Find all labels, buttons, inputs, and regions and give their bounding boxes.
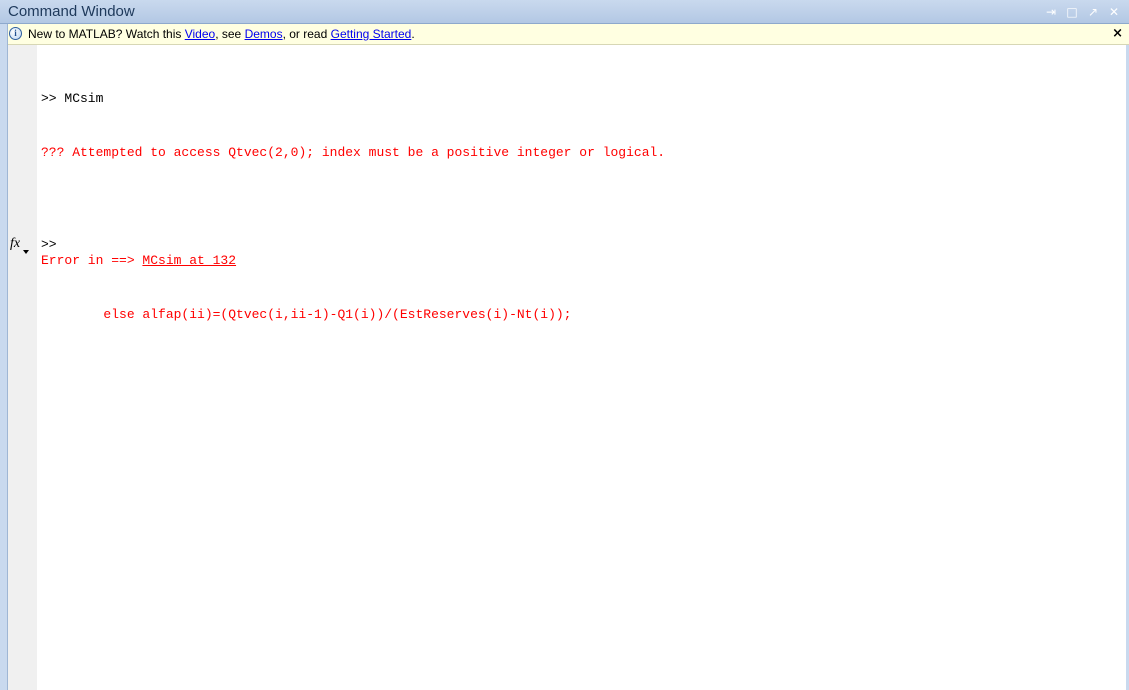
window-title: Command Window xyxy=(8,3,135,20)
error-message: ??? Attempted to access Qtvec(2,0); inde… xyxy=(41,145,666,160)
left-frame-edge xyxy=(0,24,8,690)
console-gutter xyxy=(8,45,37,690)
error-location: Error in ==> MCsim at 132 xyxy=(41,252,665,270)
info-suffix: . xyxy=(411,27,415,41)
info-prefix: New to MATLAB? Watch this xyxy=(28,27,185,41)
close-icon[interactable]: ✕ xyxy=(1105,3,1123,21)
demos-link[interactable]: Demos xyxy=(245,27,283,41)
video-link[interactable]: Video xyxy=(185,27,215,41)
function-browser-icon[interactable]: fx xyxy=(10,236,20,252)
info-message: New to MATLAB? Watch this Video, see Dem… xyxy=(28,27,415,41)
undock-icon[interactable]: ↗ xyxy=(1084,3,1102,21)
window-controls: ⇥ □ ↗ ✕ xyxy=(1042,2,1123,22)
dock-icon[interactable]: ⇥ xyxy=(1042,3,1060,21)
fx-dropdown-icon[interactable] xyxy=(23,250,29,254)
infobar-close-icon[interactable]: × xyxy=(1112,26,1123,41)
console-output[interactable]: >> MCsim ??? Attempted to access Qtvec(2… xyxy=(41,54,665,342)
error-prefix: Error in ==> xyxy=(41,253,143,268)
info-mid-1: , see xyxy=(215,27,245,41)
error-location-link[interactable]: MCsim at 132 xyxy=(142,253,236,268)
command-prompt[interactable]: >> xyxy=(41,237,57,252)
info-icon: i xyxy=(9,27,22,40)
command-line: >> MCsim xyxy=(41,91,104,106)
error-source-line: else alfap(ii)=(Qtvec(i,ii-1)-Q1(i))/(Es… xyxy=(41,307,572,322)
getting-started-link[interactable]: Getting Started xyxy=(331,27,412,41)
command-window-titlebar: Command Window ⇥ □ ↗ ✕ xyxy=(0,0,1129,24)
maximize-icon[interactable]: □ xyxy=(1063,3,1081,21)
info-bar: i New to MATLAB? Watch this Video, see D… xyxy=(8,24,1129,45)
info-mid-2: , or read xyxy=(282,27,331,41)
